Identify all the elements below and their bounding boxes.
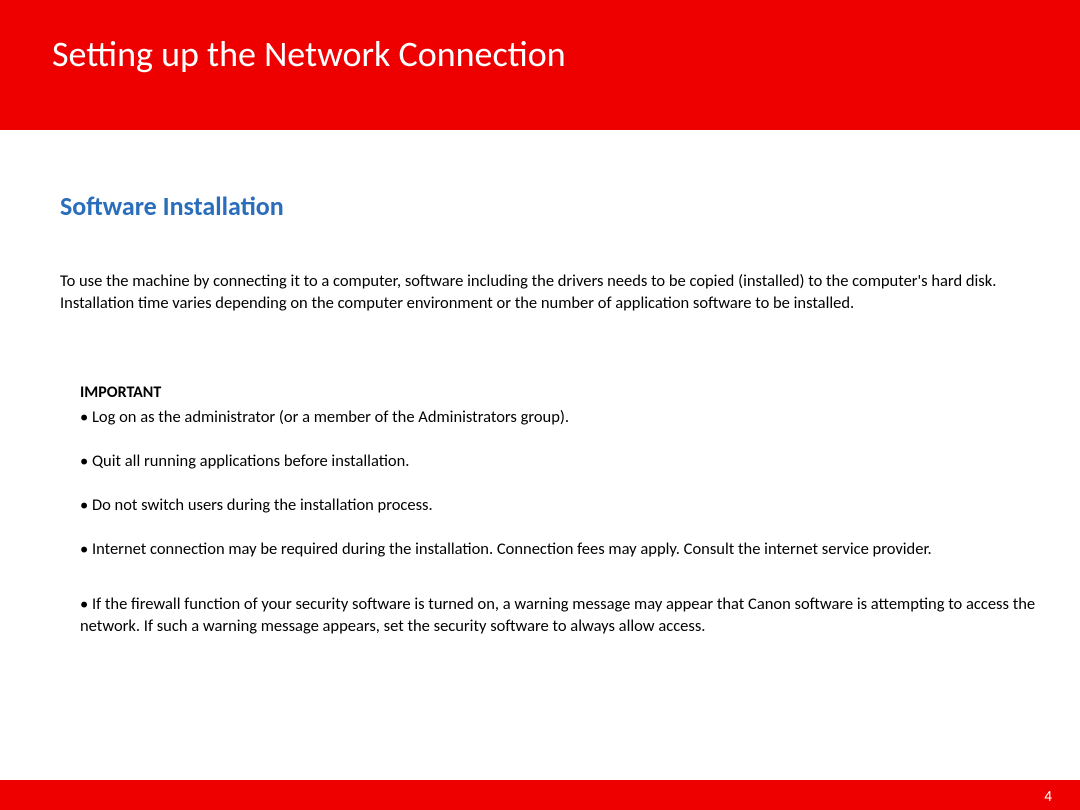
page-content: Software Installation To use the machine… [0,130,1080,637]
important-list: Log on as the administrator (or a member… [80,406,1044,638]
page-number: 4 [1044,788,1052,806]
list-item: Internet connection may be required duri… [80,538,1044,560]
page-title: Setting up the Network Connection [52,32,1080,76]
section-title: Software Installation [60,190,1044,222]
list-item: Do not switch users during the installat… [80,494,1044,516]
list-item: Log on as the administrator (or a member… [80,406,1044,428]
page-header: Setting up the Network Connection [0,0,1080,130]
important-label: IMPORTANT [80,383,1044,402]
important-block: IMPORTANT Log on as the administrator (o… [60,383,1044,638]
intro-paragraph: To use the machine by connecting it to a… [60,270,1044,315]
page-footer: 4 [0,780,1080,810]
list-item: If the firewall function of your securit… [80,593,1044,638]
list-item: Quit all running applications before ins… [80,450,1044,472]
